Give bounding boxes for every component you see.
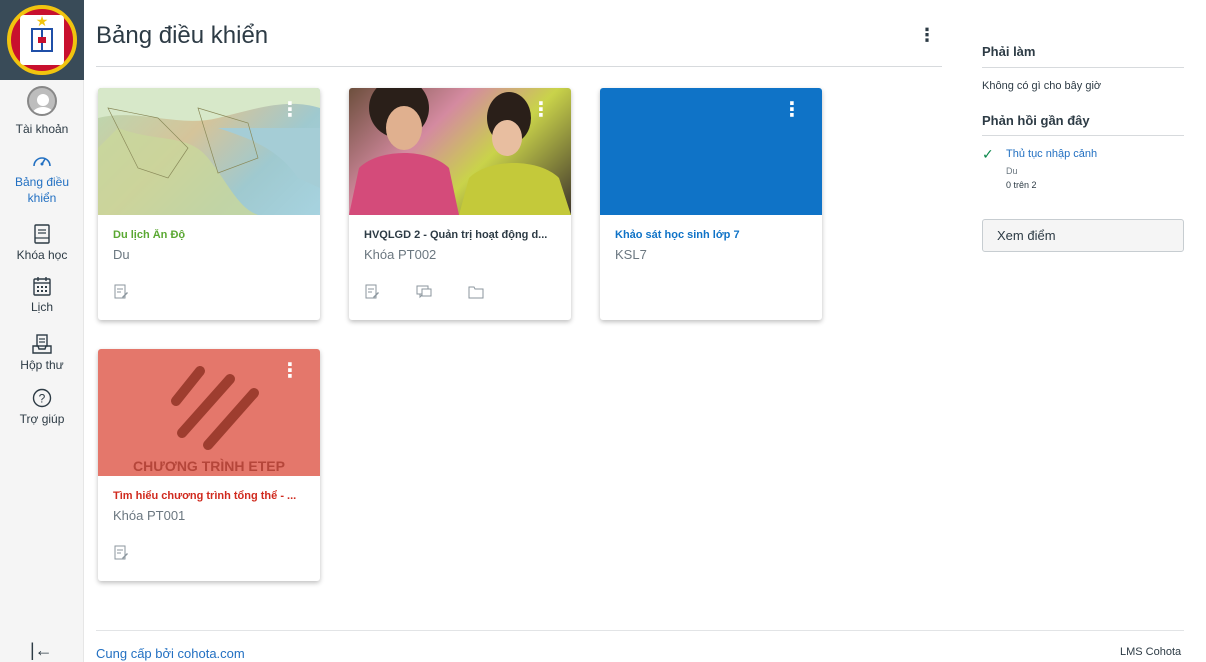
nav-courses-label: Khóa học xyxy=(16,248,68,262)
course-card-code: Khóa PT002 xyxy=(364,247,437,262)
global-nav: ★ Tài khoản Bảng điều khiển Khóa học Lịc… xyxy=(0,0,84,662)
dashboard-gauge-icon xyxy=(33,157,51,167)
nav-dashboard[interactable]: Bảng điều khiển xyxy=(0,150,84,206)
nav-account-label: Tài khoản xyxy=(15,122,69,136)
course-card-title[interactable]: Tìm hiểu chương trình tổng thể - ... xyxy=(113,490,308,502)
inbox-icon xyxy=(32,334,52,354)
courses-book-icon xyxy=(34,224,50,244)
todo-empty-text: Không có gì cho bây giờ xyxy=(982,80,1102,92)
nav-dashboard-label: Bảng điều khiển xyxy=(14,175,70,205)
course-card-hero-photo[interactable]: ⋮ xyxy=(349,88,571,215)
nav-inbox[interactable]: Hộp thư xyxy=(0,334,84,372)
course-card-title[interactable]: Khảo sát học sinh lớp 7 xyxy=(615,229,810,241)
calendar-icon xyxy=(33,277,51,296)
course-card-actions xyxy=(364,284,484,300)
lms-brand: LMS Cohota xyxy=(1120,646,1182,658)
right-sidebar: Phải làm Không có gì cho bây giờ Phản hồ… xyxy=(982,0,1184,662)
nav-courses[interactable]: Khóa học xyxy=(0,224,84,262)
svg-text:?: ? xyxy=(39,392,46,406)
feedback-item-title[interactable]: Thủ tục nhập cảnh xyxy=(1006,148,1097,160)
star-icon: ★ xyxy=(35,13,49,29)
course-card[interactable]: CHƯƠNG TRÌNH ETEP ⋮ Tìm hiểu chương trìn… xyxy=(98,349,320,581)
assignments-icon[interactable] xyxy=(113,545,129,561)
help-question-icon: ? xyxy=(32,388,52,408)
course-card[interactable]: ⋮ HVQLGD 2 - Quản trị hoạt động d... Khó… xyxy=(349,88,571,320)
nav-calendar[interactable]: Lịch xyxy=(0,276,84,314)
view-grades-button[interactable]: Xem điểm xyxy=(982,219,1184,252)
feedback-heading: Phản hồi gần đây xyxy=(982,113,1090,128)
card-options-kebab-icon[interactable]: ⋮ xyxy=(531,100,551,120)
files-folder-icon[interactable] xyxy=(468,284,484,300)
course-card-title[interactable]: HVQLGD 2 - Quản trị hoạt động d... xyxy=(364,229,559,241)
course-card-actions xyxy=(113,284,129,300)
assignments-icon[interactable] xyxy=(364,284,380,300)
feedback-divider xyxy=(982,135,1184,136)
course-card-hero-etep[interactable]: CHƯƠNG TRÌNH ETEP ⋮ xyxy=(98,349,320,476)
feedback-item-course: Du xyxy=(1006,166,1018,176)
nav-calendar-label: Lịch xyxy=(30,300,53,314)
app: ★ Tài khoản Bảng điều khiển Khóa học Lịc… xyxy=(0,0,1206,662)
main-content: Bảng điều khiển ⋮ ⋮ Du lịch Ấn Độ Du ⋮ H… xyxy=(96,0,1184,662)
card-options-kebab-icon[interactable]: ⋮ xyxy=(782,100,802,120)
etep-hero-text: CHƯƠNG TRÌNH ETEP xyxy=(133,458,285,474)
assignments-icon[interactable] xyxy=(113,284,129,300)
checkmark-icon: ✓ xyxy=(982,146,994,162)
feedback-item-score: 0 trên 2 xyxy=(1006,180,1037,190)
logo-emblem: ★ xyxy=(7,5,77,75)
nav-help[interactable]: ? Trợ giúp xyxy=(0,388,84,426)
course-card[interactable]: ⋮ Du lịch Ấn Độ Du xyxy=(98,88,320,320)
course-card-hero-map[interactable]: ⋮ xyxy=(98,88,320,215)
card-options-kebab-icon[interactable]: ⋮ xyxy=(280,100,300,120)
nav-help-label: Trợ giúp xyxy=(19,412,65,426)
todo-heading: Phải làm xyxy=(982,44,1036,59)
card-options-kebab-icon[interactable]: ⋮ xyxy=(280,361,300,381)
nav-inbox-label: Hộp thư xyxy=(20,358,64,372)
course-card-code: KSL7 xyxy=(615,247,647,262)
page-title: Bảng điều khiển xyxy=(96,22,269,49)
dashboard-options-kebab-icon[interactable]: ⋮ xyxy=(918,26,936,44)
course-card-actions xyxy=(113,545,129,561)
course-card[interactable]: ⋮ Khảo sát học sinh lớp 7 KSL7 xyxy=(600,88,822,320)
course-card-code: Khóa PT001 xyxy=(113,508,186,523)
avatar-icon xyxy=(27,86,57,116)
collapse-nav-icon[interactable]: |← xyxy=(30,640,53,661)
course-card-title[interactable]: Du lịch Ấn Độ xyxy=(113,229,308,241)
nav-account[interactable]: Tài khoản xyxy=(0,86,84,136)
title-divider xyxy=(96,66,942,67)
course-card-hero-color[interactable]: ⋮ xyxy=(600,88,822,215)
todo-divider xyxy=(982,67,1184,68)
course-card-code: Du xyxy=(113,247,130,262)
discussions-icon[interactable] xyxy=(416,284,432,300)
school-logo[interactable]: ★ xyxy=(0,0,84,80)
powered-by-link[interactable]: Cung cấp bởi cohota.com xyxy=(96,646,245,661)
